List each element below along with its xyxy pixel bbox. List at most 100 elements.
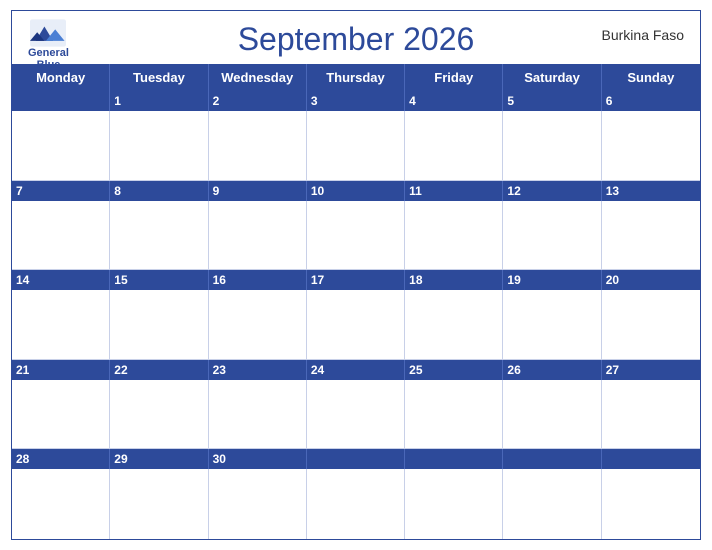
generalblue-logo-icon xyxy=(30,19,66,47)
week-2-day-2: 8 xyxy=(110,181,208,201)
week-2-header: 7 8 9 10 11 12 13 xyxy=(12,181,700,201)
week-4-day-3: 23 xyxy=(209,360,307,380)
week-2-cell-3 xyxy=(209,201,307,270)
weekday-tuesday: Tuesday xyxy=(110,64,208,91)
logo-general-text: General xyxy=(28,47,69,59)
week-1-cell-1 xyxy=(12,111,110,180)
week-5-day-7 xyxy=(602,449,700,469)
week-2-cell-1 xyxy=(12,201,110,270)
week-4-header: 21 22 23 24 25 26 27 xyxy=(12,360,700,380)
week-1-day-7: 6 xyxy=(602,91,700,111)
week-4-cell-7 xyxy=(602,380,700,449)
week-2-cell-5 xyxy=(405,201,503,270)
week-1-cell-3 xyxy=(209,111,307,180)
week-2: 7 8 9 10 11 12 13 xyxy=(12,181,700,271)
week-3-day-7: 20 xyxy=(602,270,700,290)
week-3-day-2: 15 xyxy=(110,270,208,290)
week-5-day-5 xyxy=(405,449,503,469)
week-2-cell-4 xyxy=(307,201,405,270)
week-4-cell-5 xyxy=(405,380,503,449)
weekdays-row: Monday Tuesday Wednesday Thursday Friday… xyxy=(12,64,700,91)
week-5-header: 28 29 30 xyxy=(12,449,700,469)
week-1: 1 2 3 4 5 6 xyxy=(12,91,700,181)
week-5-cell-2 xyxy=(110,469,208,539)
week-3-cell-5 xyxy=(405,290,503,359)
week-4-day-6: 26 xyxy=(503,360,601,380)
week-1-day-2: 1 xyxy=(110,91,208,111)
week-4-cell-6 xyxy=(503,380,601,449)
week-1-cell-2 xyxy=(110,111,208,180)
week-5-day-4 xyxy=(307,449,405,469)
weekday-wednesday: Wednesday xyxy=(209,64,307,91)
weekday-thursday: Thursday xyxy=(307,64,405,91)
weekday-sunday: Sunday xyxy=(602,64,700,91)
week-1-day-3: 2 xyxy=(209,91,307,111)
week-2-day-5: 11 xyxy=(405,181,503,201)
week-4-day-4: 24 xyxy=(307,360,405,380)
week-2-cell-6 xyxy=(503,201,601,270)
week-1-day-1 xyxy=(12,91,110,111)
week-5-day-1: 28 xyxy=(12,449,110,469)
week-3-day-3: 16 xyxy=(209,270,307,290)
week-1-cell-5 xyxy=(405,111,503,180)
week-4-day-5: 25 xyxy=(405,360,503,380)
week-3-cell-6 xyxy=(503,290,601,359)
month-year-title: September 2026 xyxy=(238,21,475,58)
week-5-cell-7 xyxy=(602,469,700,539)
week-2-cell-2 xyxy=(110,201,208,270)
week-5-day-6 xyxy=(503,449,601,469)
week-1-content xyxy=(12,111,700,181)
week-5-cell-4 xyxy=(307,469,405,539)
week-5-day-3: 30 xyxy=(209,449,307,469)
logo: General Blue xyxy=(28,19,69,71)
week-4-cell-3 xyxy=(209,380,307,449)
week-2-cell-7 xyxy=(602,201,700,270)
week-3-header: 14 15 16 17 18 19 20 xyxy=(12,270,700,290)
week-3-cell-4 xyxy=(307,290,405,359)
week-4-cell-4 xyxy=(307,380,405,449)
week-3-content xyxy=(12,290,700,360)
week-1-header: 1 2 3 4 5 6 xyxy=(12,91,700,111)
week-3-day-5: 18 xyxy=(405,270,503,290)
week-5: 28 29 30 xyxy=(12,449,700,539)
week-4-day-1: 21 xyxy=(12,360,110,380)
week-5-cell-1 xyxy=(12,469,110,539)
week-1-day-4: 3 xyxy=(307,91,405,111)
week-2-day-1: 7 xyxy=(12,181,110,201)
week-5-day-2: 29 xyxy=(110,449,208,469)
week-3-cell-3 xyxy=(209,290,307,359)
week-2-day-6: 12 xyxy=(503,181,601,201)
week-3: 14 15 16 17 18 19 20 xyxy=(12,270,700,360)
country-label: Burkina Faso xyxy=(602,27,684,43)
calendar: General Blue September 2026 Burkina Faso… xyxy=(11,10,701,540)
weeks-area: 1 2 3 4 5 6 7 8 9 10 xyxy=(12,91,700,539)
logo-blue-text: Blue xyxy=(37,59,61,71)
week-1-day-5: 4 xyxy=(405,91,503,111)
weekday-friday: Friday xyxy=(405,64,503,91)
week-4-day-2: 22 xyxy=(110,360,208,380)
week-4-day-7: 27 xyxy=(602,360,700,380)
week-2-day-7: 13 xyxy=(602,181,700,201)
week-1-cell-7 xyxy=(602,111,700,180)
week-3-cell-1 xyxy=(12,290,110,359)
week-3-day-4: 17 xyxy=(307,270,405,290)
week-2-content xyxy=(12,201,700,271)
week-5-cell-5 xyxy=(405,469,503,539)
week-4-cell-2 xyxy=(110,380,208,449)
week-4: 21 22 23 24 25 26 27 xyxy=(12,360,700,450)
week-5-content xyxy=(12,469,700,539)
weekday-saturday: Saturday xyxy=(503,64,601,91)
calendar-header: General Blue September 2026 Burkina Faso xyxy=(12,11,700,64)
week-2-day-3: 9 xyxy=(209,181,307,201)
week-1-cell-4 xyxy=(307,111,405,180)
week-3-day-1: 14 xyxy=(12,270,110,290)
week-4-content xyxy=(12,380,700,450)
week-1-day-6: 5 xyxy=(503,91,601,111)
week-5-cell-6 xyxy=(503,469,601,539)
week-3-cell-7 xyxy=(602,290,700,359)
week-3-cell-2 xyxy=(110,290,208,359)
week-5-cell-3 xyxy=(209,469,307,539)
week-4-cell-1 xyxy=(12,380,110,449)
week-2-day-4: 10 xyxy=(307,181,405,201)
week-1-cell-6 xyxy=(503,111,601,180)
